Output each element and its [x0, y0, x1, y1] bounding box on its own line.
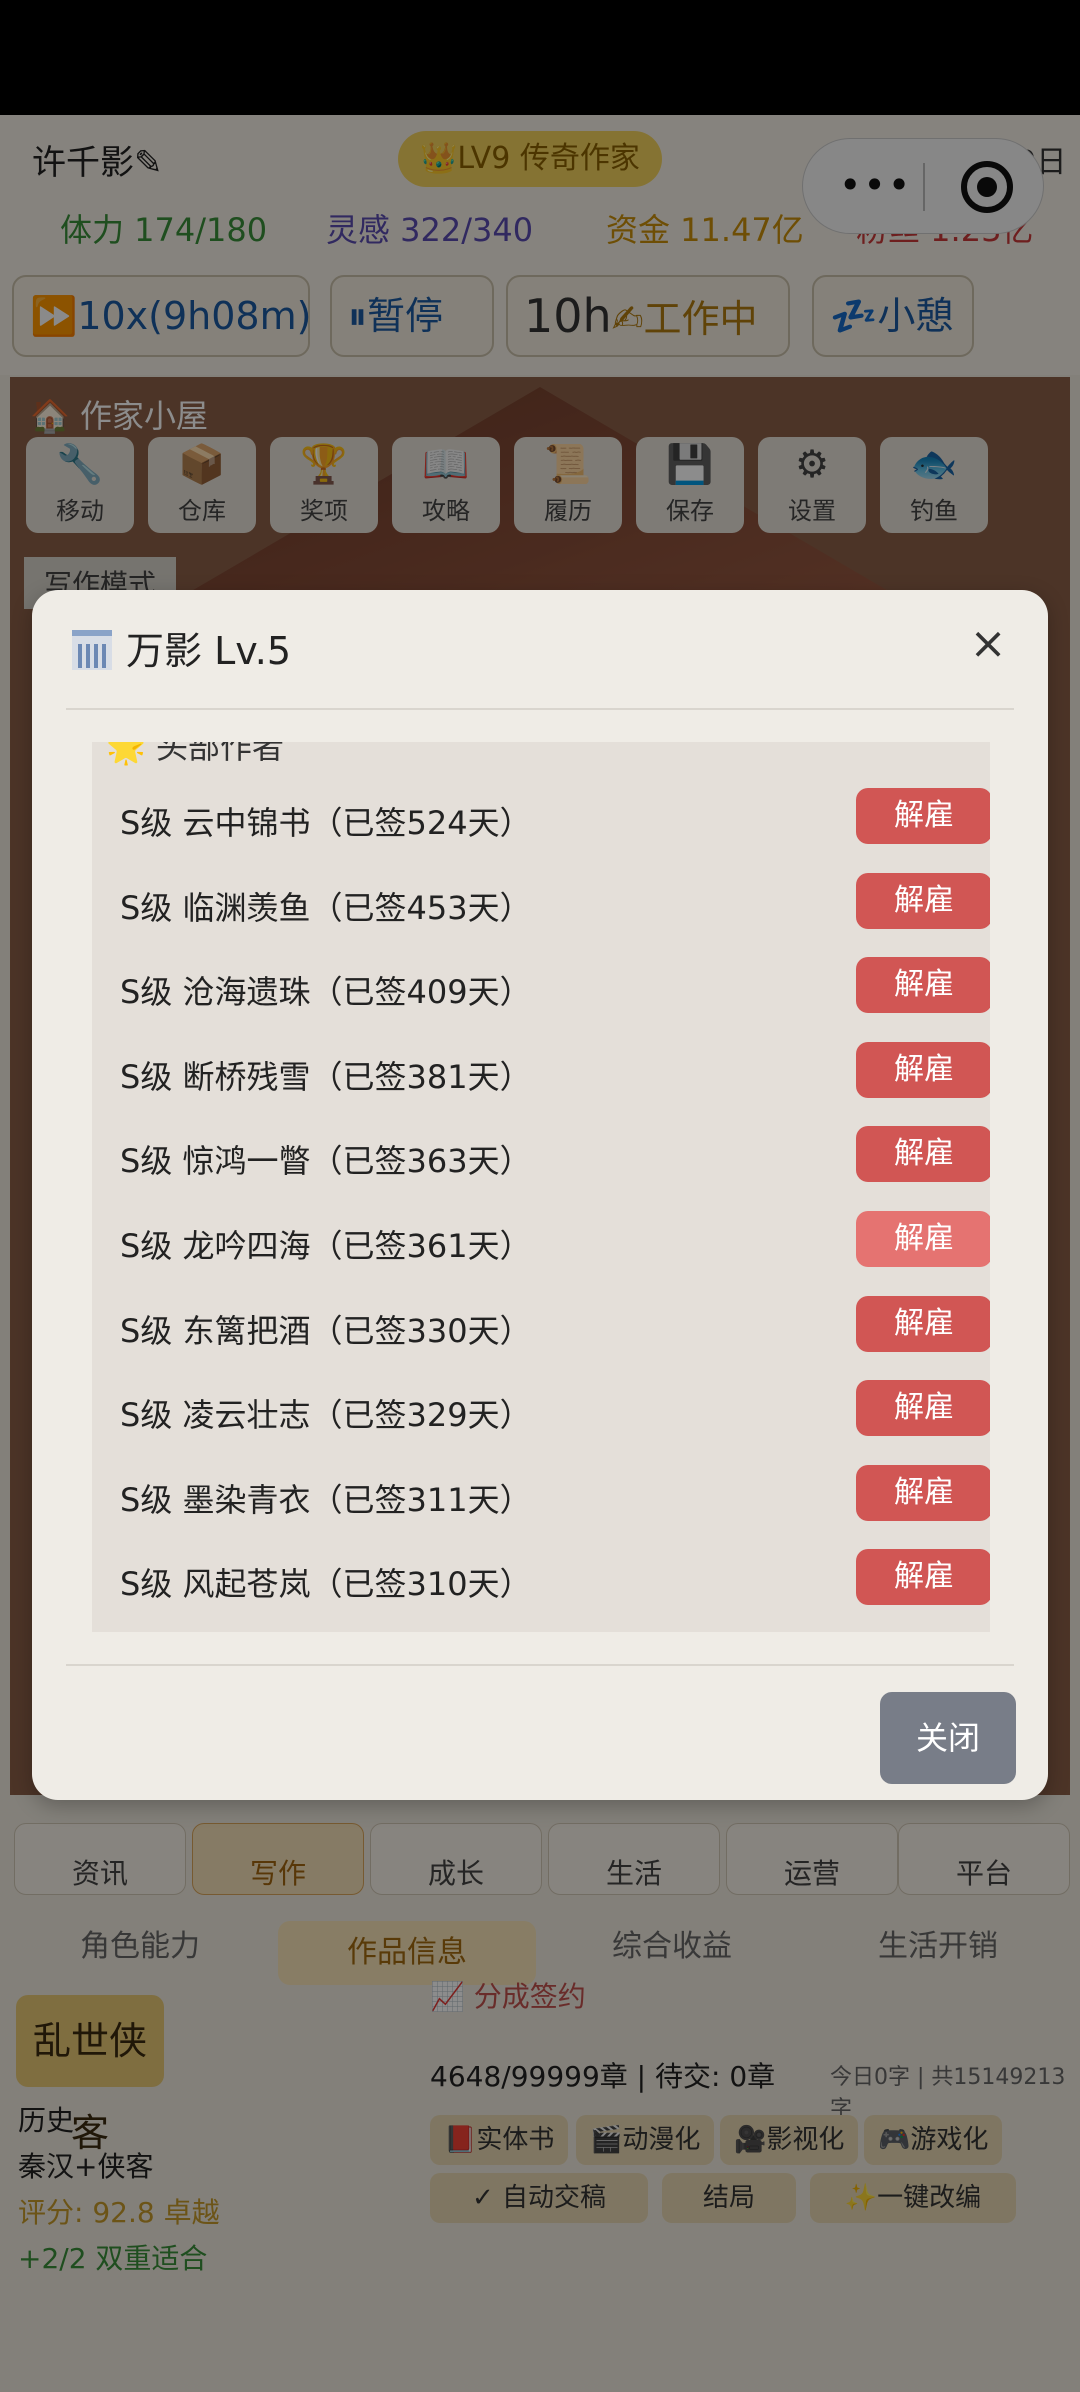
author-name: S级 沧海遗珠（已签409天）	[120, 973, 532, 1012]
author-row: S级 龙吟四海（已签361天） 解雇	[92, 1199, 990, 1283]
author-name: S级 东篱把酒（已签330天）	[120, 1311, 532, 1350]
fire-button[interactable]: 解雇	[856, 1211, 990, 1267]
close-icon[interactable]: ×	[960, 616, 1016, 672]
fire-button[interactable]: 解雇	[856, 1126, 990, 1183]
author-row: S级 墨染青衣（已签311天） 解雇	[92, 1453, 990, 1537]
fire-button[interactable]: 解雇	[856, 872, 990, 929]
author-row: S级 云中锦书（已签524天） 解雇	[92, 776, 990, 860]
author-name: S级 断桥残雪（已签381天）	[120, 1057, 532, 1096]
close-button[interactable]: 关闭	[880, 1692, 1016, 1784]
author-row: S级 沧海遗珠（已签409天） 解雇	[92, 945, 990, 1029]
modal-title: 万影 Lv.5	[126, 629, 292, 673]
author-name: S级 龙吟四海（已签361天）	[120, 1227, 532, 1265]
fire-button[interactable]: 解雇	[856, 957, 990, 1014]
fire-button[interactable]: 解雇	[856, 788, 990, 844]
modal-divider-bottom	[66, 1664, 1014, 1666]
company-modal: 万影 Lv.5 × 🌟 头部作者 S级 云中锦书（已签524天） 解雇 S级 临渊羡…	[32, 590, 1048, 1800]
author-row: S级 东篱把酒（已签330天） 解雇	[92, 1284, 990, 1368]
section-title: 🌟 头部作者	[106, 742, 285, 766]
fire-button[interactable]: 解雇	[856, 1464, 990, 1521]
author-row: S级 惊鸿一瞥（已签363天） 解雇	[92, 1114, 990, 1198]
author-name: S级 云中锦书（已签524天）	[120, 804, 532, 842]
author-name: S级 风起苍岚（已签310天）	[120, 1565, 532, 1604]
fire-button[interactable]: 解雇	[856, 1041, 990, 1098]
fire-button[interactable]: 解雇	[856, 1295, 990, 1352]
author-row: S级 凌云壮志（已签329天） 解雇	[92, 1368, 990, 1452]
author-row: S级 断桥残雪（已签381天） 解雇	[92, 1030, 990, 1114]
modal-divider-top	[66, 708, 1014, 710]
author-row: S级 风起苍岚（已签310天） 解雇	[92, 1537, 990, 1621]
status-bar	[0, 0, 1080, 115]
author-name: S级 临渊羡鱼（已签453天）	[120, 888, 532, 927]
author-name: S级 惊鸿一瞥（已签363天）	[120, 1142, 532, 1181]
author-name: S级 凌云壮志（已签329天）	[120, 1396, 532, 1435]
fire-button[interactable]: 解雇	[856, 1549, 990, 1606]
author-row: S级 临渊羡鱼（已签453天） 解雇	[92, 861, 990, 945]
modal-header: 万影 Lv.5 ×	[32, 590, 1048, 708]
fire-button[interactable]: 解雇	[856, 1380, 990, 1437]
building-icon	[72, 630, 112, 670]
author-name: S级 墨染青衣（已签311天）	[120, 1480, 532, 1519]
author-list[interactable]: 🌟 头部作者 S级 云中锦书（已签524天） 解雇 S级 临渊羡鱼（已签453天） 解…	[92, 742, 990, 1632]
